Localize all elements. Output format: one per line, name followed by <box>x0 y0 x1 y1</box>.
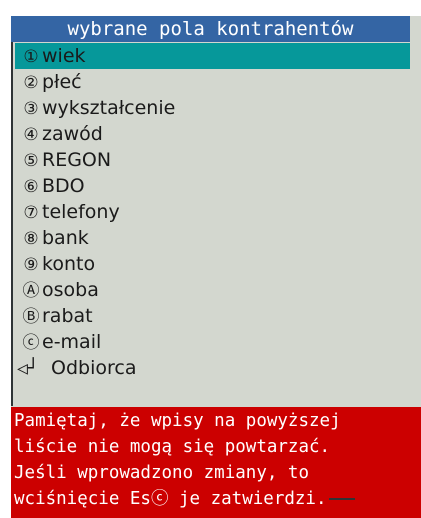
hotkey-c: ⓒ <box>22 333 40 353</box>
hotkey-9: ⑨ <box>23 255 39 275</box>
hotkey-5: ⑤ <box>23 151 39 171</box>
notice-line-1: Pamiętaj, że wpisy na powyższej <box>14 411 341 431</box>
hotkey-1: ① <box>23 47 39 67</box>
list-item-email[interactable]: ⓒ e-mail <box>17 329 410 355</box>
notice-line-4-wrap: wciśnięcie Esⓒ je zatwierdzi. <box>14 486 421 512</box>
field-list: ① wiek ② płeć ③ wykształcenie ④ zawód ⑤ REGON… <box>15 43 410 381</box>
dialog-title: wybrane pola kontrahentów <box>11 16 410 42</box>
left-border <box>11 42 13 406</box>
hotkey-2: ② <box>23 73 39 93</box>
item-label: rabat <box>42 305 93 327</box>
list-item-plec[interactable]: ② płeć <box>17 69 410 95</box>
notice-line-4: wciśnięcie Esⓒ je zatwierdzi. <box>14 489 327 509</box>
list-item-regon[interactable]: ⑤ REGON <box>17 147 410 173</box>
list-item-rabat[interactable]: Ⓑrabat <box>17 303 410 329</box>
notice-line-2: liście nie mogą się powtarzać. <box>14 437 331 457</box>
hotkey-7: ⑦ <box>23 203 39 223</box>
list-item-bank[interactable]: ⑧ bank <box>17 225 410 251</box>
list-item-konto[interactable]: ⑨ konto <box>17 251 410 277</box>
item-label: telefony <box>42 201 120 223</box>
hotkey-3: ③ <box>23 99 39 119</box>
item-label: bank <box>42 227 89 249</box>
list-item-telefony[interactable]: ⑦ telefony <box>17 199 410 225</box>
hotkey-4: ④ <box>23 125 39 145</box>
item-label: konto <box>42 253 96 275</box>
item-label: osoba <box>42 279 99 301</box>
hotkey-6: ⑥ <box>23 177 39 197</box>
item-label: BDO <box>42 175 85 197</box>
list-item-bdo[interactable]: ⑥ BDO <box>17 173 410 199</box>
item-label: wiek <box>42 45 86 67</box>
back-item-odbiorca[interactable]: ◁┘ Odbiorca <box>17 355 410 381</box>
item-label: zawód <box>42 123 103 145</box>
item-label: e-mail <box>42 331 102 353</box>
back-label: Odbiorca <box>51 357 137 379</box>
item-label: REGON <box>42 149 112 171</box>
warning-notice: Pamiętaj, że wpisy na powyższej liście n… <box>11 407 421 518</box>
item-label: wykształcenie <box>42 97 176 119</box>
notice-line-3: Jeśli wprowadzono zmiany, to <box>14 463 310 483</box>
return-arrow-icon: ◁┘ <box>17 358 39 379</box>
list-item-wyksztalcenie[interactable]: ③ wykształcenie <box>17 95 410 121</box>
list-item-osoba[interactable]: Ⓐosoba <box>17 277 410 303</box>
item-label: płeć <box>42 71 82 93</box>
list-item-wiek[interactable]: ① wiek <box>15 43 410 69</box>
hotkey-b: Ⓑ <box>22 307 40 327</box>
hotkey-8: ⑧ <box>23 229 39 249</box>
field-selection-dialog: wybrane pola kontrahentów ① wiek ② płeć ③w… <box>11 16 421 518</box>
corner-line-decoration <box>328 498 355 500</box>
hotkey-a: Ⓐ <box>22 281 40 301</box>
list-item-zawod[interactable]: ④ zawód <box>17 121 410 147</box>
